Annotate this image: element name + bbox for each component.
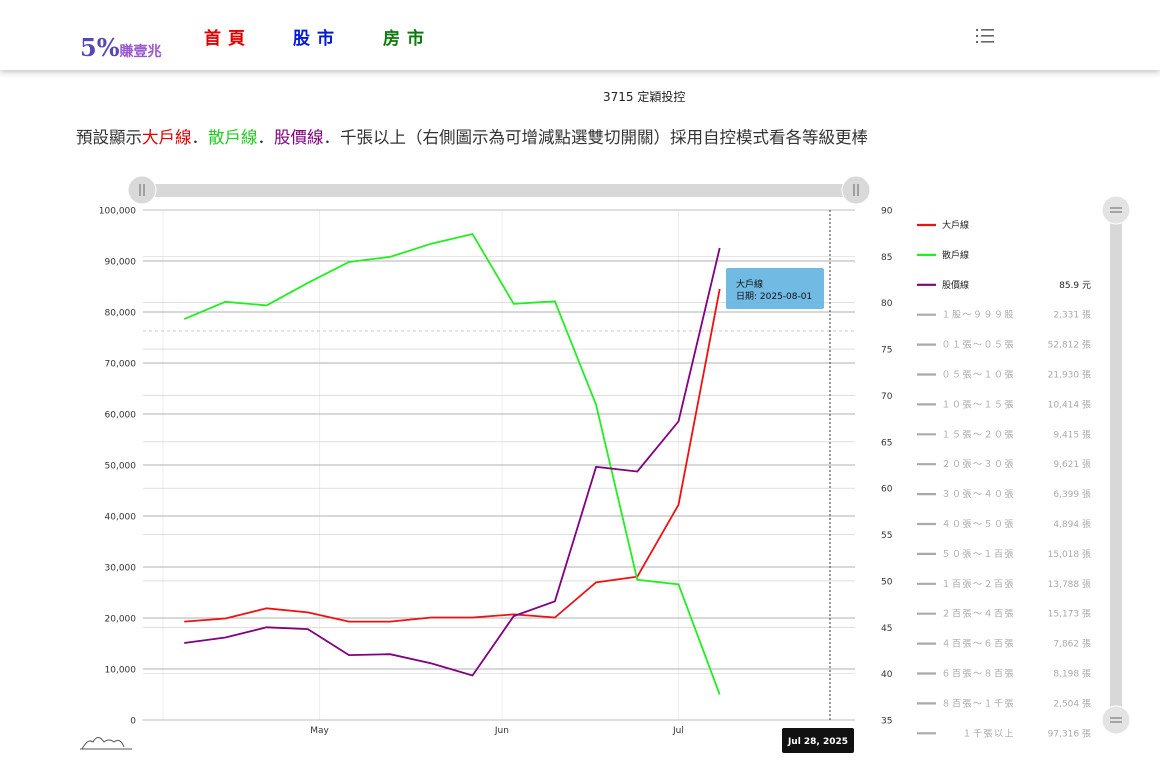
legend-item-label: 大戶線	[942, 219, 969, 231]
legend-item-value: 52,812 張	[1048, 340, 1091, 351]
legend-item-label: ５０張～１百張	[941, 549, 1015, 560]
legend-item-value: 8,198 張	[1053, 669, 1091, 680]
range-slider-right-handle[interactable]	[841, 175, 871, 205]
legend-item-value: 13,788 張	[1048, 579, 1091, 590]
intro-text: 預設顯示大戶線．散戶線．股價線．千張以上（右側圖示為可增減點選雙切開關）採用自控…	[76, 124, 868, 148]
intro-segment: 預設顯示	[76, 128, 142, 147]
page-title: 3715 定穎投控	[603, 90, 686, 104]
intro-segment: 散戶線	[208, 128, 258, 147]
range-slider-left-handle[interactable]	[127, 175, 157, 205]
intro-segment: ．千張以上（右側圖示為可增減點選雙切開關）採用自控模式看各等級更棒	[323, 128, 869, 147]
legend-item-label: ４百張～６百張	[941, 639, 1015, 650]
legend-item-label: 股價線	[942, 279, 969, 291]
legend-item-label: １百張～２百張	[941, 579, 1015, 590]
y-left-tick-label: 60,000	[105, 411, 137, 421]
tooltip-series: 大戶線	[736, 278, 763, 290]
logo-sub: 賺壹兆	[119, 44, 162, 60]
legend-item-value: 2,504 張	[1053, 698, 1091, 709]
y-left-tick-label: 30,000	[105, 564, 137, 574]
legend-item-label: ２百張～４百張	[941, 609, 1015, 620]
y-left-tick-label: 0	[130, 717, 136, 727]
legend-scrollbar-track[interactable]	[1110, 210, 1122, 720]
y-right-tick-label: 75	[881, 346, 892, 356]
y-left-tick-label: 50,000	[105, 462, 137, 472]
legend-item-value: 9,621 張	[1053, 459, 1091, 470]
legend-item-value: 2,331 張	[1053, 310, 1091, 321]
legend-item-value: 15,173 張	[1048, 609, 1091, 620]
legend-item-value: 4,894 張	[1053, 519, 1091, 530]
intro-segment: ．	[257, 128, 275, 147]
legend-item-label: ８百張～１千張	[941, 698, 1015, 709]
x-tick-label: May	[310, 726, 329, 736]
y-right-tick-label: 90	[881, 207, 893, 217]
logo-main: 5%	[80, 33, 120, 62]
y-right-tick-label: 45	[881, 624, 892, 634]
y-left-tick-label: 10,000	[105, 666, 137, 676]
y-right-tick-label: 50	[881, 577, 893, 587]
intro-segment: ．	[191, 128, 209, 147]
y-right-tick-label: 85	[881, 253, 892, 263]
legend-item-label: ６百張～８百張	[941, 669, 1015, 680]
intro-segment: 大戶線	[142, 128, 192, 147]
x-tick-label: Jun	[494, 726, 509, 736]
legend-item-label: ２０張～３０張	[941, 459, 1015, 470]
nav-stock[interactable]: 股市	[293, 24, 341, 49]
y-right-tick-label: 40	[881, 670, 893, 680]
legend-item-label: ０５張～１０張	[941, 370, 1015, 381]
navigator-chart-icon[interactable]	[81, 737, 125, 750]
legend-item-label: ３０張～４０張	[941, 489, 1015, 500]
legend-item-value: 15,018 張	[1048, 549, 1091, 560]
site-logo[interactable]: 5%賺壹兆	[80, 34, 162, 66]
legend-item-value: 6,399 張	[1053, 489, 1091, 500]
y-left-tick-label: 90,000	[105, 258, 137, 268]
legend-item-value: 7,862 張	[1053, 639, 1091, 650]
legend-item-label: 散戶線	[942, 249, 969, 261]
legend-item-label: ４０張～５０張	[941, 519, 1015, 530]
nav-stock-label: 股市	[293, 29, 341, 49]
y-right-tick-label: 55	[881, 531, 892, 541]
series-line-2[interactable]	[184, 247, 721, 677]
y-right-tick-label: 70	[881, 392, 893, 402]
legend-item-value: 21,930 張	[1048, 370, 1091, 381]
legend-item-value: 97,316 張	[1048, 728, 1091, 739]
legend-item-label: １５張～２０張	[941, 429, 1015, 440]
legend-scroll-top-handle[interactable]	[1101, 195, 1131, 225]
list-menu-icon[interactable]	[975, 27, 995, 45]
series-line-0[interactable]	[184, 288, 721, 623]
legend-item-label: １股～９９９股	[941, 310, 1015, 321]
x-tick-label: Jul	[672, 726, 684, 736]
legend-item-label: ０１張～０５張	[941, 340, 1015, 351]
nav-home-label: 首頁	[204, 29, 252, 49]
legend-item-value: 9,415 張	[1053, 429, 1091, 440]
tooltip-box	[726, 268, 824, 309]
legend-item-value: 85.9 元	[1059, 281, 1091, 291]
hover-date-label: Jul 28, 2025	[787, 737, 848, 747]
holder-chart: 0 10,000 20,000 30,000 40,000 50,000 60,000 70,…	[80, 175, 1131, 753]
y-right-tick-label: 65	[881, 438, 892, 448]
hover-date-box	[782, 728, 854, 753]
y-left-tick-label: 80,000	[105, 309, 137, 319]
legend-item-label: １千張以上	[962, 728, 1015, 739]
legend-item-label: １０張～１５張	[941, 399, 1015, 410]
top-header: 5%賺壹兆 首頁 股市 房市	[0, 0, 1160, 70]
intro-segment: 股價線	[274, 128, 324, 147]
y-right-tick-label: 60	[881, 485, 893, 495]
tooltip-date: 日期: 2025-08-01	[736, 291, 812, 302]
y-right-tick-label: 80	[881, 299, 893, 309]
y-right-tick-label: 35	[881, 717, 892, 727]
series-line-1[interactable]	[183, 232, 721, 695]
y-left-tick-label: 40,000	[105, 513, 137, 523]
nav-house-label: 房市	[383, 29, 431, 49]
nav-house[interactable]: 房市	[383, 24, 431, 49]
legend-item-value: 10,414 張	[1048, 399, 1091, 410]
legend-scroll-bottom-handle[interactable]	[1101, 705, 1131, 735]
y-left-tick-label: 100,000	[99, 207, 136, 217]
y-left-tick-label: 20,000	[105, 615, 137, 625]
range-slider-track[interactable]	[140, 184, 856, 197]
nav-home[interactable]: 首頁	[204, 24, 252, 49]
y-left-tick-label: 70,000	[105, 360, 137, 370]
